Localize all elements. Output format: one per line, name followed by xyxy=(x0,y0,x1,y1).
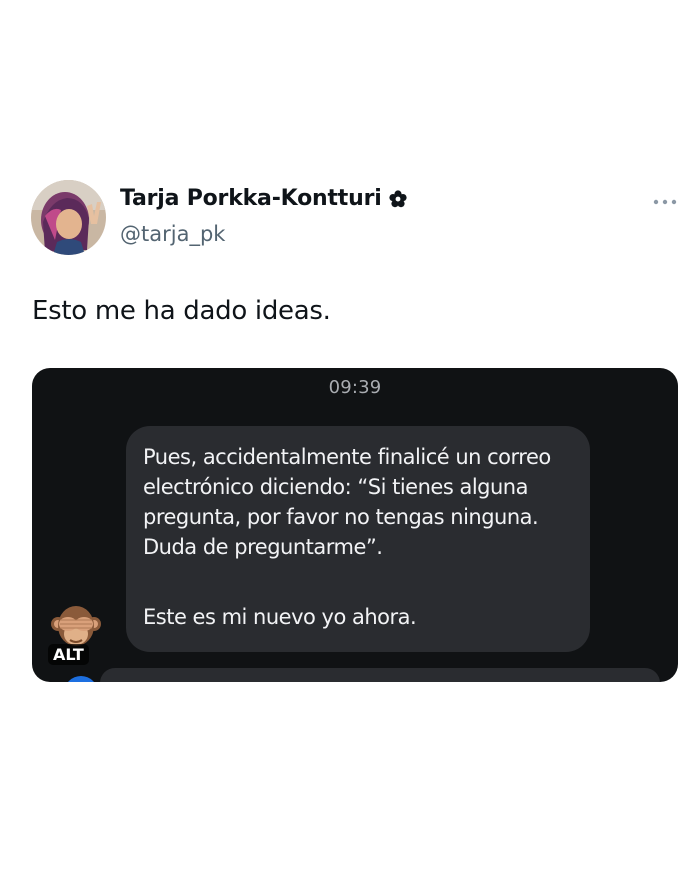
more-options-button[interactable] xyxy=(650,190,680,214)
tweet: Tarja Porkka-Kontturi @tarja_pk Esto me … xyxy=(0,0,700,876)
message-text-1: Pues, accidentalmente finalicé un correo… xyxy=(143,445,551,559)
message-timestamp: 09:39 xyxy=(328,377,382,398)
author-name-row[interactable]: Tarja Porkka-Kontturi xyxy=(120,186,408,211)
avatar-image xyxy=(31,180,106,255)
tweet-text: Esto me ha dado ideas. xyxy=(32,296,331,326)
message-bubble: Pues, accidentalmente finalicé un correo… xyxy=(126,426,590,652)
message-text-2: Este es mi nuevo yo ahora. xyxy=(143,605,417,629)
next-message-bubble xyxy=(100,668,660,682)
author-handle[interactable]: @tarja_pk xyxy=(120,222,225,246)
avatar[interactable] xyxy=(31,180,106,255)
more-horizontal-icon xyxy=(653,199,677,205)
author-name[interactable]: Tarja Porkka-Kontturi xyxy=(120,186,382,211)
sender-avatar xyxy=(64,676,98,682)
alt-text-badge[interactable]: ALT xyxy=(48,644,89,665)
tweet-media-image[interactable]: 09:39 Pues, accidentalmente finalicé un … xyxy=(32,368,678,682)
flower-icon xyxy=(388,189,408,209)
